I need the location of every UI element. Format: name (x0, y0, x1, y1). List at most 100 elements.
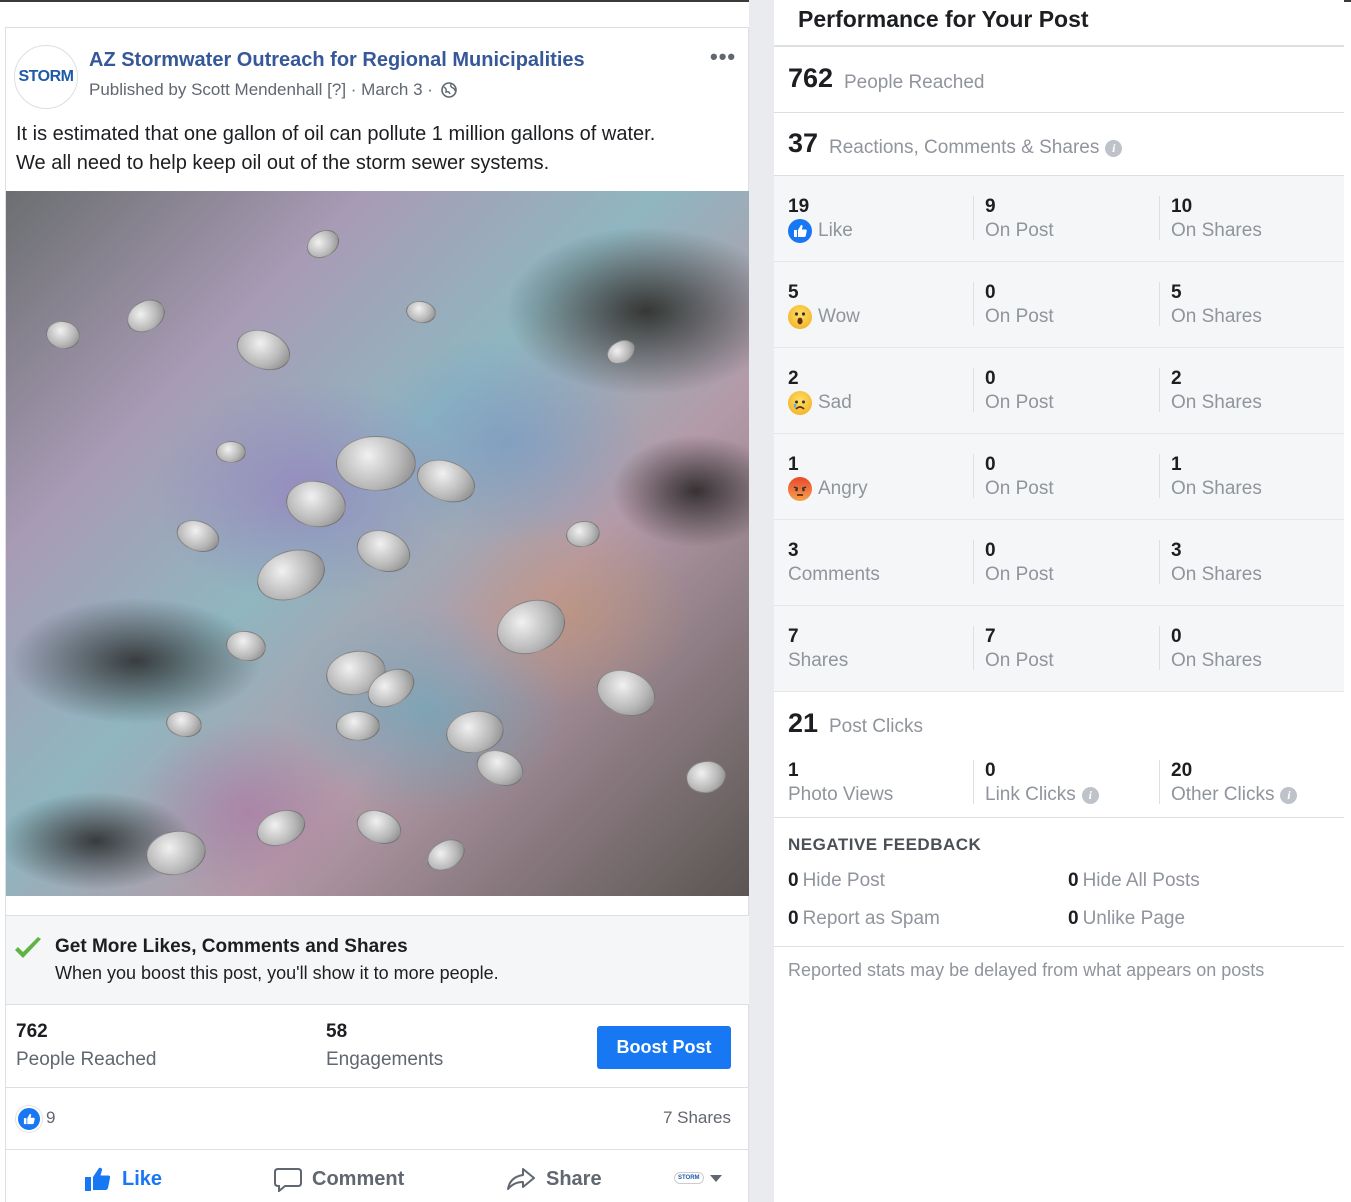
photo-detail (421, 832, 471, 878)
breakdown-total: 1 (788, 454, 799, 475)
globe-icon[interactable] (441, 82, 457, 98)
on-shares-cell: 10 On Shares (1159, 196, 1262, 241)
negative-feedback-section: NEGATIVE FEEDBACK 0 Hide Post 0 Hide All P… (774, 818, 1344, 947)
info-icon[interactable]: i (1280, 786, 1298, 804)
hide-all-value: 0 (1068, 870, 1079, 891)
link-clicks-label: Link Clicks (985, 784, 1076, 805)
on-post-value: 9 (985, 196, 996, 217)
like-button[interactable]: Like (84, 1166, 162, 1192)
share-button[interactable]: Share (506, 1166, 602, 1192)
breakdown-label-wrap: Angry (788, 476, 868, 502)
breakdown-label: Sad (818, 392, 852, 413)
breakdown-total: 7 (788, 626, 799, 647)
performance-panel: Performance for Your Post 762 People Rea… (774, 0, 1344, 1202)
chevron-down-icon (709, 1174, 722, 1182)
breakdown-label: Wow (818, 306, 860, 327)
comment-button[interactable]: Comment (274, 1166, 404, 1192)
boost-post-button[interactable]: Boost Post (597, 1026, 731, 1069)
on-post-label: On Post (985, 478, 1054, 499)
boost-promo-banner: Get More Likes, Comments and Shares When… (6, 915, 749, 1004)
post-byline: Published by Scott Mendenhall [?] · Marc… (89, 80, 457, 100)
photo-detail (164, 708, 204, 740)
on-shares-label: On Shares (1171, 650, 1262, 671)
rcs-caption: Reactions, Comments & Shares (829, 137, 1100, 158)
photo-detail (223, 627, 269, 665)
rcs-text: Reactions, Comments & Shares i (829, 137, 1123, 159)
post-text-line-2: We all need to help keep oil out of the … (16, 152, 550, 174)
post-text-line-1: It is estimated that one gallon of oil c… (16, 123, 656, 145)
negative-feedback-title: NEGATIVE FEEDBACK (788, 835, 982, 854)
breakdown-total-cell: 2 Sad (788, 368, 852, 416)
breakdown-row: 7 Shares 7 On Post 0 On Shares (774, 606, 1344, 692)
on-post-cell: 0 On Post (973, 540, 1054, 585)
report-spam-value: 0 (788, 908, 799, 929)
on-shares-label: On Shares (1171, 306, 1262, 327)
people-reached-caption: People Reached (844, 72, 985, 93)
boost-banner-title: Get More Likes, Comments and Shares (55, 936, 408, 957)
unlike-page-label: Unlike Page (1082, 908, 1186, 929)
other-clicks-label: Other Clicks (1171, 784, 1275, 805)
breakdown-label: Comments (788, 564, 880, 585)
info-icon[interactable]: i (1105, 139, 1123, 157)
boost-banner-subtitle: When you boost this post, you'll show it… (55, 963, 499, 983)
reactions-summary: 9 7 Shares (6, 1088, 749, 1150)
column-gutter (749, 0, 774, 1202)
on-post-value: 0 (985, 540, 996, 561)
other-clicks-text: Other Clicks i (1171, 782, 1298, 808)
people-reached-text: People Reached (844, 72, 985, 94)
photo-detail (142, 826, 210, 880)
post-as-selector[interactable]: STORM (674, 1172, 722, 1184)
post-action-bar: Like Comment Share STORM (6, 1150, 749, 1202)
post-card: STORM AZ Stormwater Outreach for Regiona… (5, 27, 749, 1202)
like-reaction-icon[interactable] (16, 1106, 42, 1132)
photo-detail (251, 803, 311, 853)
breakdown-label-wrap: Wow (788, 304, 860, 330)
photo-detail (121, 293, 171, 339)
people-reached-total: 762 (788, 63, 834, 93)
on-post-cell: 7 On Post (973, 626, 1054, 671)
hide-all-stat: 0 Hide All Posts (1068, 870, 1200, 892)
mini-page-logo: STORM (674, 1172, 704, 1184)
like-count[interactable]: 9 (46, 1108, 55, 1128)
hide-post-stat: 0 Hide Post (788, 870, 885, 892)
post-clicks-caption: Post Clicks (829, 716, 923, 737)
page-name-link[interactable]: AZ Stormwater Outreach for Regional Muni… (89, 49, 585, 72)
like-button-label: Like (122, 1167, 163, 1190)
photo-detail (43, 318, 83, 352)
photo-views-value: 1 (788, 760, 799, 781)
report-spam-label: Report as Spam (802, 908, 940, 929)
hide-post-value: 0 (788, 870, 799, 891)
page-avatar[interactable]: STORM (14, 45, 78, 109)
photo-detail (404, 298, 438, 326)
info-icon[interactable]: i (1081, 786, 1099, 804)
post-header: STORM AZ Stormwater Outreach for Regiona… (6, 28, 748, 118)
photo-detail (350, 522, 417, 580)
on-post-value: 0 (985, 368, 996, 389)
on-post-value: 0 (985, 282, 996, 303)
breakdown-label: Shares (788, 650, 849, 671)
more-options-icon[interactable]: ••• (710, 44, 736, 70)
on-shares-value: 5 (1171, 282, 1182, 303)
post-photo[interactable] (6, 191, 749, 896)
on-shares-cell: 1 On Shares (1159, 454, 1262, 499)
photo-detail (602, 334, 640, 370)
unlike-page-stat: 0 Unlike Page (1068, 908, 1185, 930)
photo-detail (172, 514, 224, 558)
wow-icon (788, 305, 812, 329)
shares-count-link[interactable]: 7 Shares (663, 1108, 731, 1128)
photo-detail (564, 518, 602, 550)
unlike-page-value: 0 (1068, 908, 1079, 929)
people-reached-value: 762 (16, 1021, 48, 1042)
link-clicks-text: Link Clicks i (985, 782, 1099, 808)
link-clicks-value: 0 (985, 760, 996, 781)
breakdown-row: 5 Wow 0 On Post 5 On Shares (774, 262, 1344, 348)
reactions-breakdown: 19 Like 9 On Post 10 On Shares 5 Wow 0 O… (774, 176, 1344, 692)
on-shares-label: On Shares (1171, 564, 1262, 585)
breakdown-row: 1 Angry 0 On Post 1 On Shares (774, 434, 1344, 520)
rcs-total: 37 (788, 128, 819, 158)
avatar-logo-text: STORM (18, 68, 74, 85)
sad-icon (788, 391, 812, 415)
photo-views-cell: 1 Photo Views (788, 760, 893, 808)
on-shares-cell: 3 On Shares (1159, 540, 1262, 585)
photo-detail (282, 476, 350, 532)
